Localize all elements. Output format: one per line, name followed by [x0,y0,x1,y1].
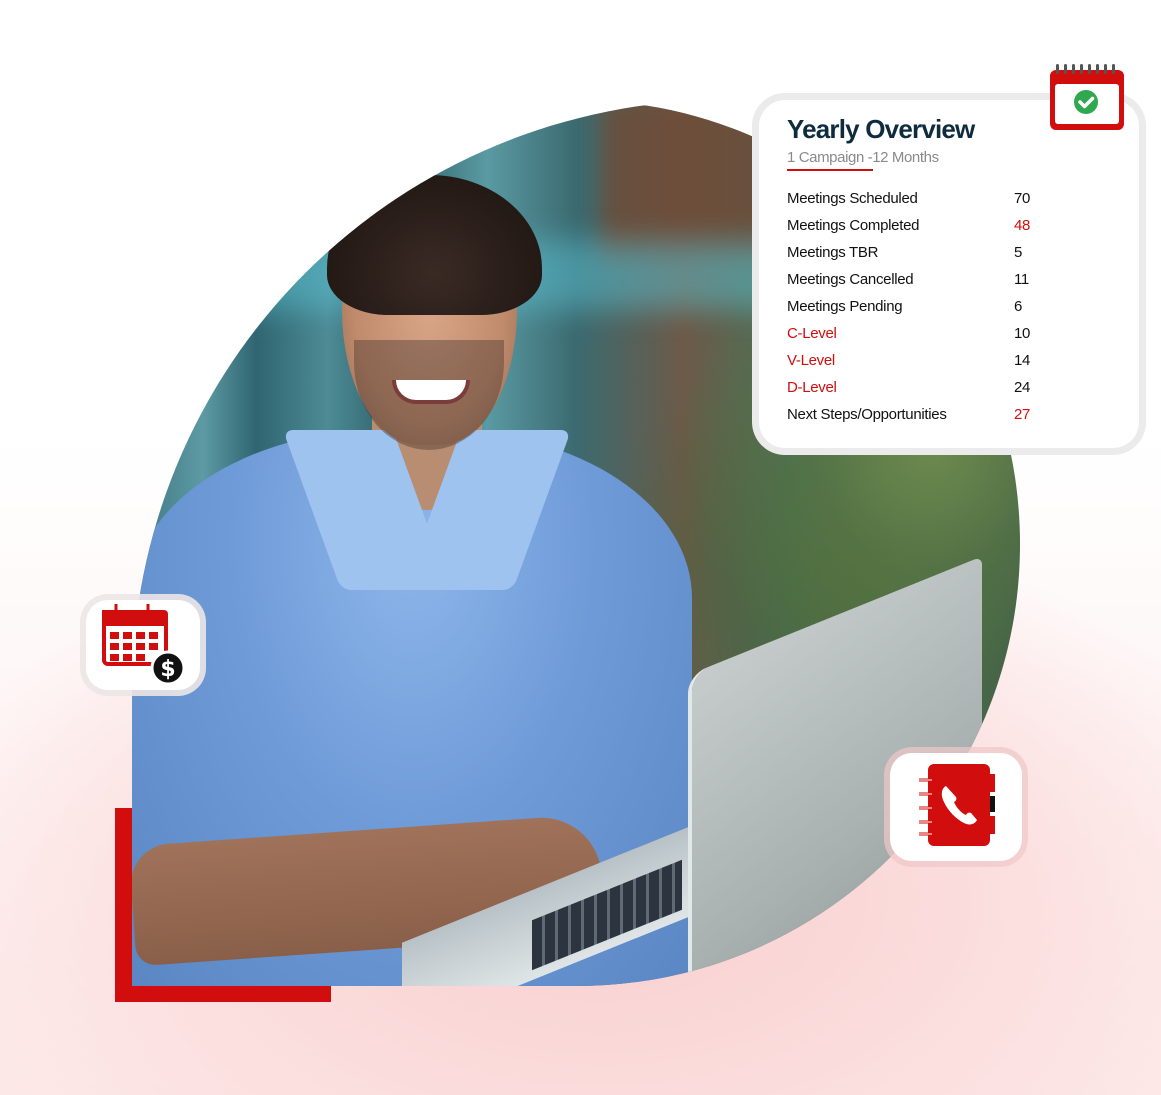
svg-text:$: $ [160,657,175,682]
stat-value: 24 [1014,379,1031,396]
stat-value: 10 [1014,325,1031,342]
stat-row: Meetings TBR 5 [787,239,1139,266]
calendar-check-icon [1048,62,1126,132]
phone-book-tile [890,753,1022,861]
stat-label: C-Level [787,325,837,342]
overview-subtitle: 1 Campaign -12 Months [787,149,939,171]
phone-book-icon [916,762,996,853]
stat-label: Meetings Completed [787,217,920,234]
person-smile [392,380,470,404]
overview-subtitle-text: 1 Campaign -12 Months [787,149,939,166]
stat-row: Meetings Cancelled 11 [787,266,1139,293]
stat-row: C-Level 10 [787,320,1139,347]
yearly-overview-card: Yearly Overview 1 Campaign -12 Months Me… [759,100,1139,448]
stat-row: Next Steps/Opportunities 27 [787,401,1139,428]
stat-row: Meetings Scheduled 70 [787,185,1139,212]
stat-row: V-Level 14 [787,347,1139,374]
subtitle-underline [787,169,873,171]
stat-value: 6 [1014,298,1023,315]
stat-label: V-Level [787,352,835,369]
stat-label: D-Level [787,379,837,396]
stat-value: 48 [1014,217,1031,234]
stat-row: D-Level 24 [787,374,1139,401]
stat-label: Meetings Pending [787,298,903,315]
stat-label: Meetings Cancelled [787,271,914,288]
stat-value: 70 [1014,190,1031,207]
stat-value: 27 [1014,406,1031,423]
calendar-dollar-icon: $ [98,600,188,691]
stat-label: Meetings Scheduled [787,190,918,207]
stat-value: 14 [1014,352,1031,369]
stat-value: 5 [1014,244,1023,261]
stat-value: 11 [1014,271,1029,288]
stats-list: Meetings Scheduled 70 Meetings Completed 48… [787,185,1139,428]
person-hair [327,175,542,315]
stat-row: Meetings Completed 48 [787,212,1139,239]
stat-label: Meetings TBR [787,244,879,261]
stat-row: Meetings Pending 6 [787,293,1139,320]
stat-label: Next Steps/Opportunities [787,406,947,423]
calendar-dollar-tile: $ [86,600,200,690]
